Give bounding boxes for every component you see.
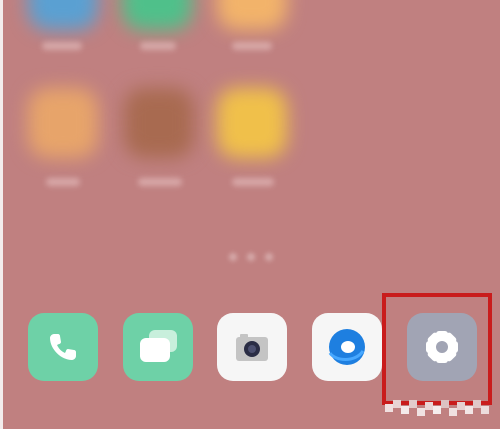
camera-app-icon[interactable] <box>217 313 287 381</box>
chat-bubbles-icon <box>140 330 177 362</box>
blurred-app-label <box>46 178 80 186</box>
browser-app-icon[interactable] <box>312 313 382 381</box>
home-screen <box>0 0 500 429</box>
blurred-app-icon[interactable] <box>217 88 287 158</box>
blurred-app-icon[interactable] <box>217 0 287 30</box>
browser-ring-icon <box>328 329 365 365</box>
blurred-app-icon[interactable] <box>28 88 98 158</box>
blurred-app-label <box>138 178 182 186</box>
screen-edge <box>0 0 3 429</box>
page-indicator[interactable] <box>218 246 284 268</box>
blurred-app-label <box>42 42 82 50</box>
phone-app-icon[interactable] <box>28 313 98 381</box>
page-dot <box>265 253 273 261</box>
blurred-app-label <box>140 42 176 50</box>
camera-icon <box>236 334 268 361</box>
page-dot <box>229 253 237 261</box>
blurred-app-label <box>232 178 274 186</box>
settings-highlight-box <box>382 293 492 405</box>
phone-icon <box>50 334 76 360</box>
page-dot <box>247 253 255 261</box>
blurred-app-icon[interactable] <box>124 88 194 158</box>
blurred-app-icon[interactable] <box>122 0 192 30</box>
watermark <box>383 390 491 422</box>
messages-app-icon[interactable] <box>123 313 193 381</box>
blurred-app-label <box>232 42 272 50</box>
blurred-app-icon[interactable] <box>28 0 98 30</box>
